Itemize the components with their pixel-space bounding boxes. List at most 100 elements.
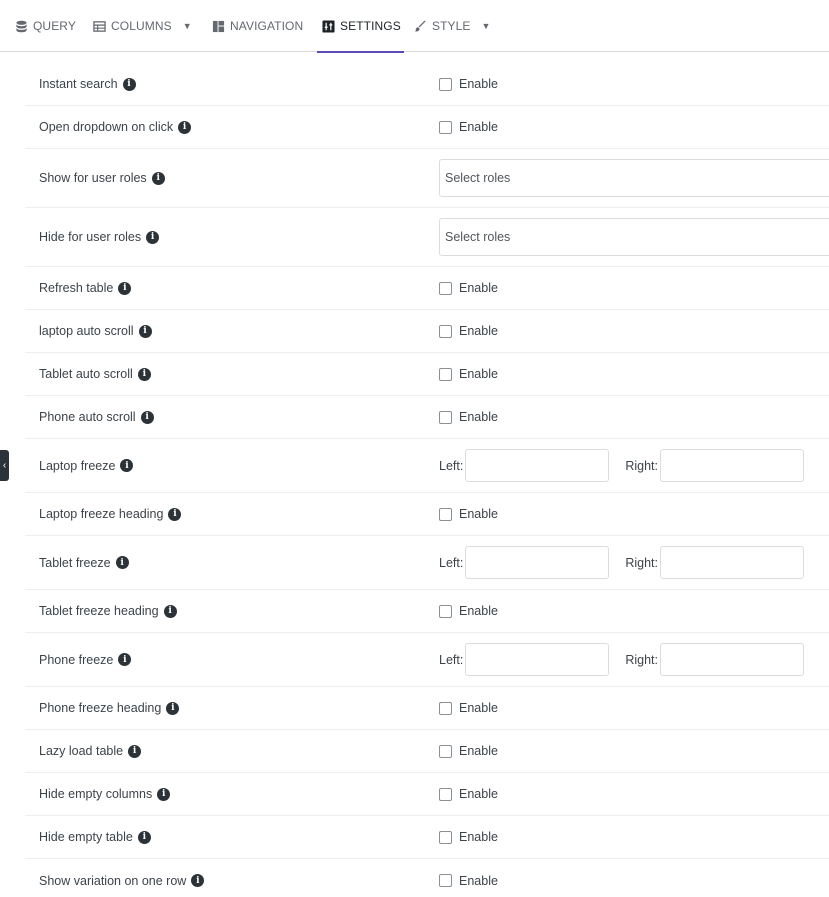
enable-toggle: Enable	[439, 410, 498, 424]
tab-style[interactable]: STYLE ▼	[413, 0, 491, 52]
info-icon[interactable]: i	[163, 604, 177, 618]
setting-label-text: laptop auto scroll	[39, 324, 134, 338]
roles-select[interactable]: Select roles	[439, 218, 829, 256]
settings-row: Lazy load table i Enable	[25, 730, 829, 773]
settings-row: Phone freeze heading i Enable	[25, 687, 829, 730]
info-icon[interactable]: i	[178, 120, 192, 134]
freeze-right-input[interactable]	[659, 643, 804, 676]
enable-label: Enable	[459, 367, 498, 381]
enable-checkbox[interactable]	[439, 120, 452, 134]
settings-row: Tablet freeze i Left: Right:	[25, 536, 829, 590]
info-icon[interactable]: i	[128, 744, 142, 758]
enable-checkbox[interactable]	[439, 744, 452, 758]
enable-toggle: Enable	[439, 874, 498, 888]
info-icon[interactable]: i	[157, 787, 171, 801]
freeze-left-label: Left:	[439, 555, 464, 570]
freeze-left-input[interactable]	[465, 546, 610, 579]
enable-toggle: Enable	[439, 281, 498, 295]
settings-list: Instant search i Enable Open dropdown on cl…	[25, 63, 829, 897]
info-icon[interactable]: i	[151, 171, 165, 185]
info-icon[interactable]: i	[120, 459, 134, 472]
settings-row: Hide for user roles i Select roles	[25, 208, 829, 267]
info-icon[interactable]: i	[140, 410, 154, 424]
enable-checkbox[interactable]	[439, 507, 452, 521]
collapse-sidebar-button[interactable]: ‹	[0, 450, 9, 481]
setting-label: laptop auto scroll i	[39, 324, 152, 338]
tab-navigation[interactable]: NAVIGATION	[211, 0, 303, 52]
freeze-right-input[interactable]	[659, 546, 804, 579]
enable-toggle: Enable	[439, 120, 498, 134]
info-icon[interactable]: i	[122, 77, 136, 91]
info-icon[interactable]: i	[138, 324, 152, 338]
enable-label: Enable	[459, 873, 498, 888]
setting-label: Lazy load table i	[39, 744, 142, 758]
info-icon[interactable]: i	[168, 507, 182, 521]
database-icon	[14, 19, 28, 33]
freeze-inputs: Left: Right:	[439, 643, 804, 676]
info-icon[interactable]: i	[118, 653, 132, 666]
settings-row: Laptop freeze i Left: Right:	[25, 439, 829, 493]
enable-toggle: Enable	[439, 744, 498, 758]
settings-row: Phone freeze i Left: Right:	[25, 633, 829, 687]
setting-label-text: Show for user roles	[39, 171, 147, 185]
setting-label: Instant search i	[39, 77, 136, 91]
tab-query[interactable]: QUERY	[14, 0, 76, 52]
freeze-right-input[interactable]	[659, 449, 804, 482]
info-icon[interactable]: i	[146, 230, 160, 244]
enable-label: Enable	[459, 120, 498, 134]
layout-icon	[211, 19, 225, 33]
settings-row: Show variation on one row i Enable	[25, 859, 829, 897]
setting-label-text: Laptop freeze heading	[39, 507, 164, 521]
info-icon[interactable]: i	[118, 281, 132, 295]
roles-select[interactable]: Select roles	[439, 159, 829, 197]
info-icon[interactable]: i	[137, 830, 151, 844]
enable-label: Enable	[459, 507, 498, 521]
tab-bar: QUERY COLUMNS ▼ NAVIGATION SETTINGS STYL…	[0, 0, 829, 53]
enable-checkbox[interactable]	[439, 324, 452, 338]
enable-checkbox[interactable]	[439, 410, 452, 424]
freeze-left-input[interactable]	[465, 449, 610, 482]
freeze-controls: Left: Right:	[439, 643, 804, 676]
enable-toggle: Enable	[439, 604, 498, 618]
info-icon[interactable]: i	[166, 701, 180, 715]
enable-toggle: Enable	[439, 701, 498, 715]
enable-checkbox[interactable]	[439, 604, 452, 618]
enable-label: Enable	[459, 787, 498, 801]
setting-label: Show for user roles i	[39, 171, 165, 185]
setting-label: Tablet freeze i	[39, 556, 129, 570]
settings-row: Tablet auto scroll i Enable	[25, 353, 829, 396]
settings-row: Hide empty columns i Enable	[25, 773, 829, 816]
freeze-left-input[interactable]	[465, 643, 610, 676]
enable-checkbox[interactable]	[439, 367, 452, 381]
enable-checkbox[interactable]	[439, 874, 452, 887]
enable-checkbox[interactable]	[439, 830, 452, 844]
info-icon[interactable]: i	[137, 367, 151, 381]
tab-columns[interactable]: COLUMNS ▼	[92, 0, 192, 52]
setting-label-text: Phone freeze	[39, 652, 114, 667]
roles-select-wrap: Select roles	[439, 218, 829, 256]
info-icon[interactable]: i	[115, 556, 129, 569]
setting-label: Phone auto scroll i	[39, 410, 154, 424]
setting-label-text: Hide empty table	[39, 830, 133, 844]
setting-label: Phone freeze heading i	[39, 701, 180, 715]
info-icon[interactable]: i	[191, 874, 205, 887]
enable-checkbox[interactable]	[439, 77, 452, 91]
brush-icon	[413, 19, 427, 33]
setting-label: Phone freeze i	[39, 652, 132, 667]
roles-select-wrap: Select roles	[439, 159, 829, 197]
tab-settings[interactable]: SETTINGS	[317, 0, 404, 53]
enable-checkbox[interactable]	[439, 701, 452, 715]
setting-label-text: Instant search	[39, 77, 118, 91]
enable-label: Enable	[459, 410, 498, 424]
settings-row: laptop auto scroll i Enable	[25, 310, 829, 353]
freeze-right-label: Right:	[625, 652, 658, 667]
freeze-inputs: Left: Right:	[439, 546, 804, 579]
enable-checkbox[interactable]	[439, 281, 452, 295]
enable-toggle: Enable	[439, 787, 498, 801]
enable-label: Enable	[459, 604, 498, 618]
setting-label-text: Phone auto scroll	[39, 410, 136, 424]
freeze-controls: Left: Right:	[439, 546, 804, 579]
enable-label: Enable	[459, 281, 498, 295]
enable-label: Enable	[459, 830, 498, 844]
enable-checkbox[interactable]	[439, 787, 452, 801]
